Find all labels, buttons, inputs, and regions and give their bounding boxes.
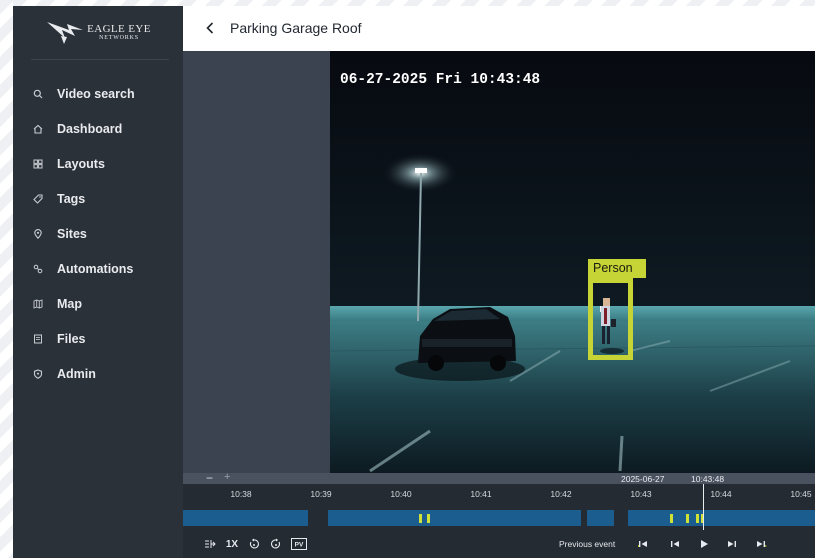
- sidebar-item-tags[interactable]: Tags: [13, 186, 183, 212]
- recording-segment[interactable]: [328, 510, 581, 526]
- event-marker[interactable]: [427, 514, 430, 523]
- video-timestamp: 06-27-2025 Fri 10:43:48: [340, 72, 541, 88]
- step-back-icon[interactable]: [669, 537, 681, 551]
- event-marker[interactable]: [696, 514, 699, 523]
- person-detection-box[interactable]: [588, 278, 633, 360]
- sidebar-item-sites[interactable]: Sites: [13, 221, 183, 247]
- sidebar-item-label: Layouts: [57, 157, 105, 171]
- event-marker[interactable]: [419, 514, 422, 523]
- tick-label: 10:43: [630, 489, 652, 499]
- sidebar-item-label: Tags: [57, 192, 86, 206]
- sidebar-divider: [31, 59, 169, 60]
- recording-segment[interactable]: [183, 510, 308, 526]
- zoom-out-button[interactable]: −: [206, 471, 213, 485]
- tick-label: 10:41: [470, 489, 492, 499]
- tick-label: 10:42: [550, 489, 572, 499]
- video-panel: 06-27-2025 Fri 10:43:48 Person: [183, 51, 815, 473]
- sidebar-item-automations[interactable]: Automations: [13, 256, 183, 282]
- automations-icon: [33, 264, 43, 274]
- tick-label: 10:45: [790, 489, 812, 499]
- tag-icon: [33, 194, 43, 204]
- sidebar-item-label: Admin: [57, 367, 96, 381]
- camera-video[interactable]: 06-27-2025 Fri 10:43:48 Person: [330, 51, 815, 473]
- play-icon[interactable]: [698, 537, 710, 551]
- zoom-in-button[interactable]: +: [224, 471, 230, 483]
- back-chevron-icon[interactable]: [203, 19, 217, 37]
- playhead[interactable]: [703, 484, 704, 530]
- sidebar-item-map[interactable]: Map: [13, 291, 183, 317]
- sidebar-item-dashboard[interactable]: Dashboard: [13, 116, 183, 142]
- sidebar-item-label: Dashboard: [57, 122, 123, 136]
- event-marker[interactable]: [686, 514, 689, 523]
- previous-event-label[interactable]: Previous event: [559, 539, 615, 549]
- playback-controls: 1X PV Previous event: [183, 535, 815, 555]
- recording-track[interactable]: [183, 508, 815, 527]
- page-header: Parking Garage Roof: [183, 6, 815, 51]
- step-forward-icon[interactable]: [726, 537, 738, 551]
- pv-toggle-button[interactable]: PV: [291, 537, 307, 551]
- tick-label: 10:44: [710, 489, 732, 499]
- timeline-header: − + 2025-06-27 10:43:48: [183, 471, 815, 485]
- previous-event-icon[interactable]: [637, 537, 649, 551]
- sidebar-item-label: Automations: [57, 262, 134, 276]
- sidebar: EAGLE EYE NETWORKS Video search Dashboar…: [13, 6, 183, 558]
- brand-subtitle: NETWORKS: [99, 35, 139, 41]
- sidebar-item-label: Video search: [57, 87, 135, 101]
- search-icon: [33, 89, 43, 99]
- sidebar-item-files[interactable]: Files: [13, 326, 183, 352]
- parking-scene-image: [330, 51, 815, 473]
- shield-icon: [33, 369, 43, 379]
- sidebar-item-label: Files: [57, 332, 86, 346]
- clip-export-icon[interactable]: [203, 537, 217, 551]
- page-title: Parking Garage Roof: [230, 20, 362, 36]
- sidebar-item-label: Map: [57, 297, 82, 311]
- detection-label: Person: [588, 259, 646, 278]
- playback-speed-button[interactable]: 1X: [223, 537, 241, 551]
- pv-label: PV: [295, 542, 304, 549]
- event-marker[interactable]: [670, 514, 673, 523]
- brand-name: EAGLE EYE: [87, 23, 151, 35]
- timeline-current-time: 10:43:48: [691, 474, 725, 484]
- home-icon: [33, 124, 43, 134]
- recording-segment[interactable]: [628, 510, 815, 526]
- timeline-current-date: 2025-06-27: [621, 474, 665, 484]
- sidebar-item-label: Sites: [57, 227, 87, 241]
- sidebar-item-video-search[interactable]: Video search: [13, 81, 183, 107]
- sidebar-item-admin[interactable]: Admin: [13, 361, 183, 387]
- tick-label: 10:38: [230, 489, 252, 499]
- brand-logo[interactable]: EAGLE EYE NETWORKS: [13, 6, 183, 58]
- rewind-seconds-icon[interactable]: [247, 537, 261, 551]
- next-event-icon[interactable]: [755, 537, 767, 551]
- sidebar-item-layouts[interactable]: Layouts: [13, 151, 183, 177]
- tick-label: 10:39: [310, 489, 332, 499]
- location-pin-icon: [33, 229, 43, 239]
- timeline-ruler[interactable]: 10:38 10:39 10:40 10:41 10:42 10:43 10:4…: [183, 484, 815, 504]
- recording-segment[interactable]: [587, 510, 614, 526]
- tick-label: 10:40: [390, 489, 412, 499]
- page-background: [0, 0, 13, 558]
- map-icon: [33, 299, 43, 309]
- eagle-logo-icon: [47, 22, 84, 44]
- forward-seconds-icon[interactable]: [269, 537, 283, 551]
- playback-timeline: − + 2025-06-27 10:43:48 10:38 10:39 10:4…: [183, 471, 815, 558]
- files-icon: [33, 334, 43, 344]
- layouts-icon: [33, 159, 43, 169]
